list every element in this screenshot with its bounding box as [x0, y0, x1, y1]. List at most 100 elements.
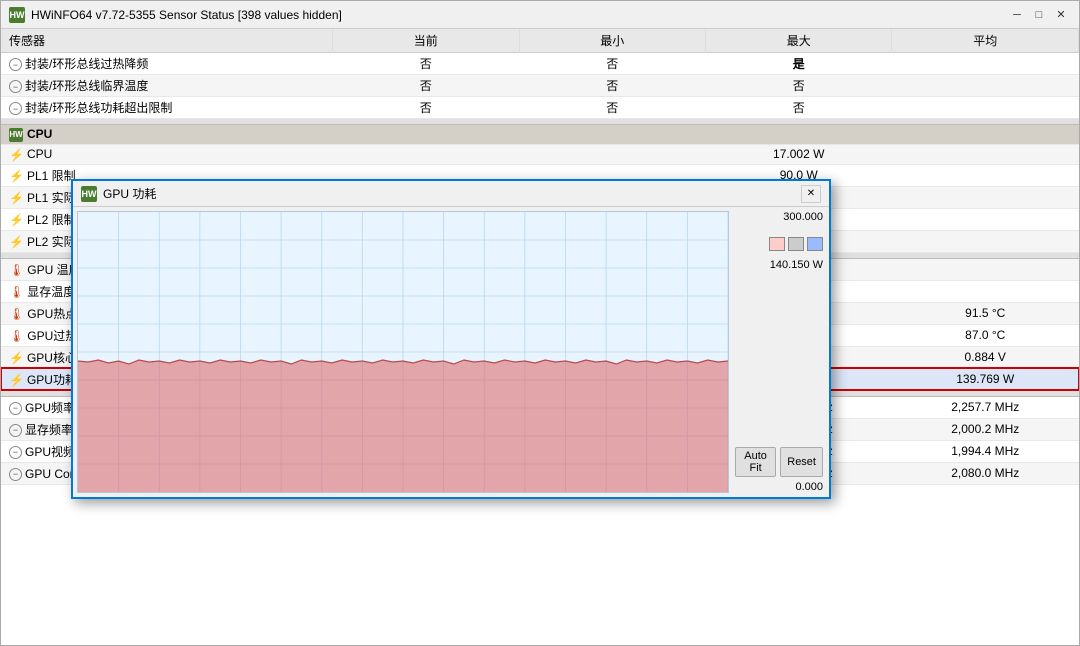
row-sensor-name: −封装/环形总线功耗超出限制 [1, 97, 333, 119]
row-label: 封装/环形总线过热降频 [25, 57, 148, 71]
row-current [333, 144, 519, 164]
row-avg: 2,080.0 MHz [892, 462, 1079, 484]
close-button[interactable]: ✕ [1051, 5, 1071, 25]
gpu-power-dialog: HW GPU 功耗 ✕ [71, 179, 831, 499]
popup-body: 300.000 140.150 W Auto Fit Reset 0.000 [73, 207, 829, 497]
row-max: 17.002 W [706, 144, 892, 164]
titlebar: HW HWiNFO64 v7.72-5355 Sensor Status [39… [1, 1, 1079, 29]
minus-icon: − [9, 468, 22, 481]
popup-titlebar-left: HW GPU 功耗 [81, 185, 156, 202]
col-header-sensor: 传感器 [1, 29, 333, 53]
row-label: 封装/环形总线临界温度 [25, 79, 148, 93]
row-avg [892, 230, 1079, 252]
row-avg: 139.769 W [892, 368, 1079, 390]
color-box-2[interactable] [788, 237, 804, 251]
row-avg [892, 97, 1079, 119]
thermometer-icon: 🌡 [9, 263, 24, 277]
row-avg [892, 164, 1079, 186]
chart-zero-label: 0.000 [735, 481, 823, 493]
row-avg: 2,000.2 MHz [892, 418, 1079, 440]
section-label: HWCPU [1, 125, 1079, 145]
row-label: CPU [27, 147, 52, 161]
autofit-button[interactable]: Auto Fit [735, 447, 776, 477]
row-label: GPU频率 [25, 401, 75, 415]
row-label: PL2 实际 [27, 235, 76, 249]
thermometer-icon: 🌡 [9, 285, 24, 299]
lightning-icon: ⚡ [9, 148, 24, 162]
row-label: 显存温度 [27, 285, 75, 299]
row-avg [892, 258, 1079, 280]
thermometer-icon: 🌡 [9, 329, 24, 343]
reset-button[interactable]: Reset [780, 447, 823, 477]
popup-app-icon: HW [81, 186, 97, 202]
col-header-max: 最大 [706, 29, 892, 53]
lightning-icon: ⚡ [9, 191, 24, 205]
row-label: PL1 限制 [27, 169, 76, 183]
lightning-icon: ⚡ [9, 213, 24, 227]
minus-icon: − [9, 102, 22, 115]
minus-icon: − [9, 402, 22, 415]
row-label: 封装/环形总线功耗超出限制 [25, 101, 172, 115]
lightning-icon: ⚡ [9, 235, 24, 249]
row-label: GPU功耗 [27, 373, 77, 387]
chart-svg [78, 212, 728, 492]
row-min: 否 [519, 97, 705, 119]
window-title: HWiNFO64 v7.72-5355 Sensor Status [398 v… [31, 8, 342, 22]
minus-icon: − [9, 58, 22, 71]
row-label: PL1 实际 [27, 191, 76, 205]
row-max: 是 [706, 53, 892, 75]
row-sensor-name: −封装/环形总线过热降频 [1, 53, 333, 75]
col-header-min: 最小 [519, 29, 705, 53]
row-sensor-name: −封装/环形总线临界温度 [1, 75, 333, 97]
row-avg: 0.884 V [892, 346, 1079, 368]
main-content: 传感器 当前 最小 最大 平均 −封装/环形总线过热降频否否是−封装/环形总线临… [1, 29, 1079, 645]
row-sensor-name: ⚡CPU [1, 144, 333, 164]
chart-mid-label: 140.150 W [735, 259, 823, 271]
chart-area [77, 211, 729, 493]
row-min: 否 [519, 75, 705, 97]
row-max: 否 [706, 75, 892, 97]
section-header-row: HWCPU [1, 125, 1079, 145]
col-header-avg: 平均 [892, 29, 1079, 53]
row-avg [892, 280, 1079, 302]
row-avg: 91.5 °C [892, 302, 1079, 324]
row-min [519, 144, 705, 164]
row-min: 否 [519, 53, 705, 75]
table-row: ⚡CPU 17.002 W [1, 144, 1079, 164]
row-label: PL2 限制 [27, 213, 76, 227]
chart-color-boxes [735, 237, 823, 251]
minus-icon: − [9, 446, 22, 459]
table-row: −封装/环形总线临界温度否否否 [1, 75, 1079, 97]
row-avg: 2,257.7 MHz [892, 396, 1079, 418]
row-current: 否 [333, 53, 519, 75]
popup-title: GPU 功耗 [103, 185, 156, 202]
chart-max-label: 300.000 [735, 211, 823, 223]
app-icon: HW [9, 7, 25, 23]
minimize-button[interactable]: ─ [1007, 5, 1027, 25]
col-header-current: 当前 [333, 29, 519, 53]
titlebar-left: HW HWiNFO64 v7.72-5355 Sensor Status [39… [9, 7, 342, 23]
row-current: 否 [333, 97, 519, 119]
row-avg: 87.0 °C [892, 324, 1079, 346]
popup-titlebar: HW GPU 功耗 ✕ [73, 181, 829, 207]
table-row: −封装/环形总线功耗超出限制否否否 [1, 97, 1079, 119]
minus-icon: − [9, 80, 22, 93]
popup-close-button[interactable]: ✕ [801, 185, 821, 203]
row-avg [892, 75, 1079, 97]
lightning-icon: ⚡ [9, 373, 24, 387]
lightning-icon: ⚡ [9, 169, 24, 183]
main-window: HW HWiNFO64 v7.72-5355 Sensor Status [39… [0, 0, 1080, 646]
lightning-icon: ⚡ [9, 351, 24, 365]
table-row: −封装/环形总线过热降频否否是 [1, 53, 1079, 75]
row-avg: 1,994.4 MHz [892, 440, 1079, 462]
color-box-1[interactable] [769, 237, 785, 251]
thermometer-icon: 🌡 [9, 307, 24, 321]
row-max: 否 [706, 97, 892, 119]
color-box-3[interactable] [807, 237, 823, 251]
maximize-button[interactable]: □ [1029, 5, 1049, 25]
row-avg [892, 186, 1079, 208]
titlebar-controls: ─ □ ✕ [1007, 5, 1071, 25]
row-label: 显存频率 [25, 423, 73, 437]
row-avg [892, 144, 1079, 164]
minus-icon: − [9, 424, 22, 437]
